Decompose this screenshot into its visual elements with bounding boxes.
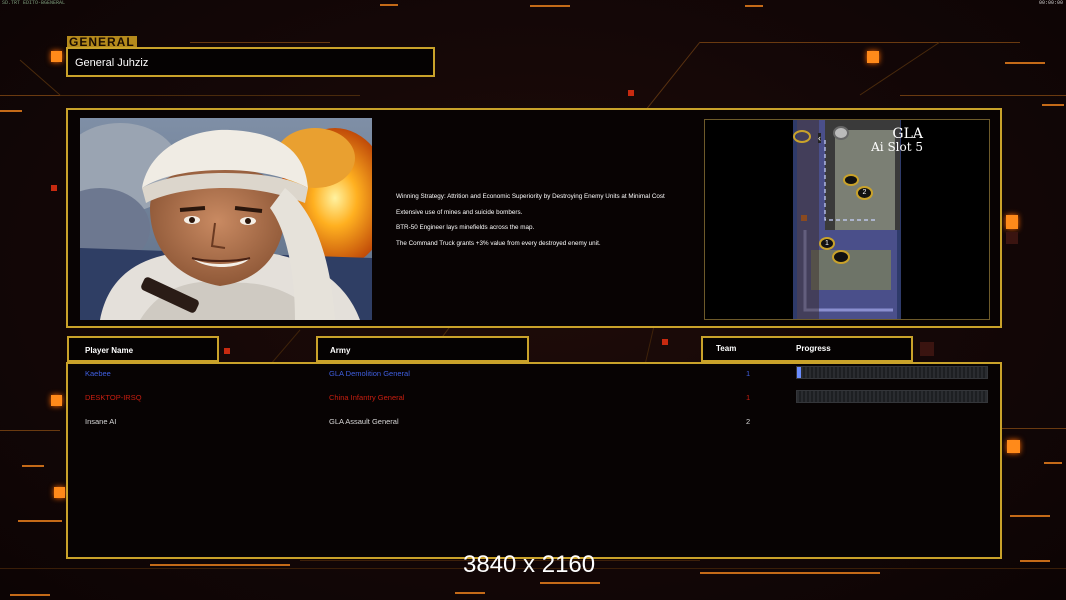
deco-square xyxy=(1006,215,1018,229)
player-row: Insane AI GLA Assault General 2 xyxy=(0,414,1066,428)
general-portrait xyxy=(80,118,372,320)
minimap: ‹ GLA Ai Slot 5 2 1 xyxy=(704,119,990,320)
minimap-label: GLA Ai Slot 5 xyxy=(837,127,923,154)
player-name: Insane AI xyxy=(85,417,117,426)
player-name: Kaebee xyxy=(85,369,111,378)
start-marker-2[interactable]: 2 xyxy=(856,186,873,200)
strategy-text: Winning Strategy: Attrition and Economic… xyxy=(396,193,696,255)
player-name: DESKTOP-IRSQ xyxy=(85,393,142,402)
header-player-name: Player Name xyxy=(67,336,219,362)
progress-bar xyxy=(796,390,988,403)
player-team: 2 xyxy=(746,417,751,426)
header-team-progress: Team Progress xyxy=(701,336,913,362)
topbar-status: SD.TRT EDITO-BGENERAL xyxy=(2,0,66,6)
strategy-line: Winning Strategy: Attrition and Economic… xyxy=(396,193,665,200)
general-name: General Juhziz xyxy=(75,57,149,69)
strategy-line: Extensive use of mines and suicide bombe… xyxy=(396,208,523,216)
player-team: 1 xyxy=(746,369,751,378)
minimap-marker xyxy=(793,130,811,143)
minimap-marker xyxy=(843,174,859,186)
deco-square xyxy=(224,348,230,354)
start-marker-1[interactable]: 1 xyxy=(819,237,835,250)
player-team: 1 xyxy=(746,393,751,402)
progress-bar xyxy=(796,366,988,379)
deco-square xyxy=(54,487,65,498)
player-row: DESKTOP-IRSQ China Infantry General 1 xyxy=(0,390,1066,404)
deco-square xyxy=(662,339,668,345)
minimap-subtitle: Ai Slot 5 xyxy=(871,140,923,154)
deco-square xyxy=(1006,232,1018,244)
column-label: Progress xyxy=(796,344,831,353)
progress-fill xyxy=(797,367,801,378)
general-name-box: General Juhziz xyxy=(66,47,435,77)
minimap-marker xyxy=(832,250,850,264)
deco-square xyxy=(1007,440,1020,453)
resolution-label: 3840 x 2160 xyxy=(463,551,596,578)
header-army: Army xyxy=(316,336,529,362)
strategy-line: BTR-50 Engineer lays minefields across t… xyxy=(396,224,535,232)
topbar-clock: 00:00:00 xyxy=(1038,0,1063,6)
player-army: China Infantry General xyxy=(329,393,405,402)
player-army: GLA Demolition General xyxy=(329,369,410,378)
player-army: GLA Assault General xyxy=(329,417,399,426)
deco-square xyxy=(51,51,62,62)
deco-square xyxy=(920,342,934,356)
deco-square xyxy=(51,185,57,191)
deco-square xyxy=(628,90,634,96)
column-label: Army xyxy=(330,346,351,355)
column-label: Team xyxy=(716,344,737,353)
strategy-line: The Command Truck grants +3% value from … xyxy=(396,239,601,247)
column-label: Player Name xyxy=(85,346,134,355)
loading-screen: SD.TRT EDITO-BGENERAL 00:00:00 GENERAL G… xyxy=(0,0,1066,600)
deco-square xyxy=(867,51,879,63)
player-row: Kaebee GLA Demolition General 1 xyxy=(0,366,1066,380)
minimap-back-icon[interactable]: ‹ xyxy=(818,133,821,143)
